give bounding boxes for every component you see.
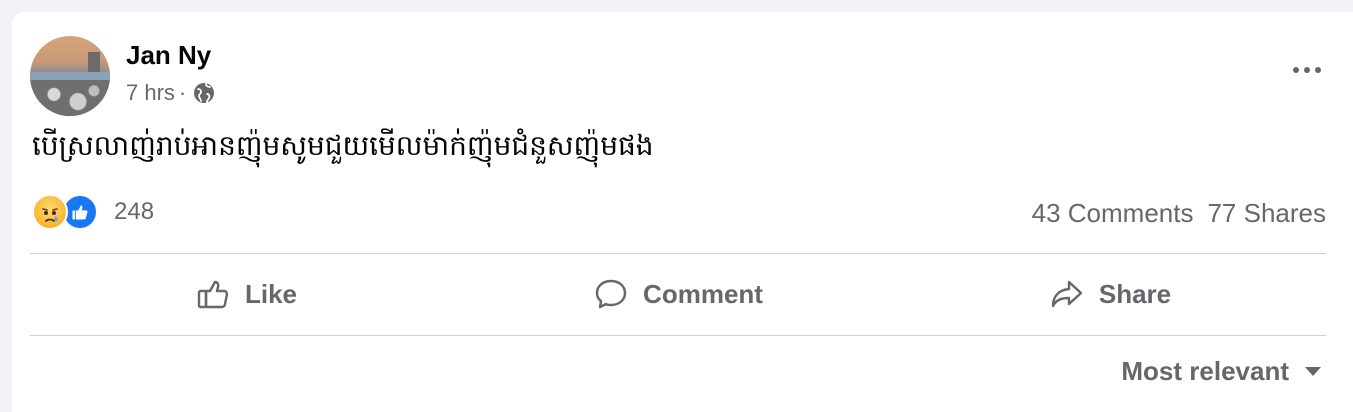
reactions-summary[interactable]: 248 — [32, 194, 154, 230]
shares-count[interactable]: 77 Shares — [1207, 198, 1326, 229]
share-arrow-icon — [1051, 280, 1083, 308]
post-meta: 7 hrs · — [126, 80, 216, 106]
like-label: Like — [244, 278, 298, 309]
post-actions: Like Comment Share — [30, 254, 1326, 334]
more-options-icon[interactable] — [1287, 58, 1327, 82]
sad-reaction-icon — [32, 194, 68, 230]
comment-button[interactable]: Comment — [462, 254, 894, 334]
share-label: Share — [1098, 278, 1172, 309]
post-card: Jan Ny 7 hrs · បើស្រលាញ់រាប់អានញ៉ុមសូមជួ… — [12, 12, 1353, 412]
comments-sort-dropdown[interactable]: Most relevant — [1121, 356, 1321, 387]
globe-icon[interactable] — [192, 81, 216, 105]
comments-count[interactable]: 43 Comments — [1032, 198, 1194, 229]
caret-down-icon — [1305, 367, 1321, 376]
like-button[interactable]: Like — [30, 254, 462, 334]
meta-separator: · — [178, 80, 187, 105]
sort-label: Most relevant — [1121, 356, 1289, 386]
divider — [30, 335, 1326, 336]
comment-label: Comment — [643, 278, 763, 309]
reaction-count: 248 — [114, 198, 155, 225]
comment-icon — [595, 279, 627, 309]
post-time[interactable]: 7 hrs — [126, 80, 175, 106]
post-stats: 43 Comments 77 Shares — [1032, 198, 1326, 229]
author-name[interactable]: Jan Ny — [126, 40, 211, 71]
thumbs-up-icon — [197, 280, 229, 309]
post-text: បើស្រលាញ់រាប់អានញ៉ុមសូមជួយមើលម៉ាក់ញ៉ុមជំ… — [32, 129, 654, 162]
avatar[interactable] — [30, 36, 110, 116]
share-button[interactable]: Share — [894, 254, 1326, 334]
